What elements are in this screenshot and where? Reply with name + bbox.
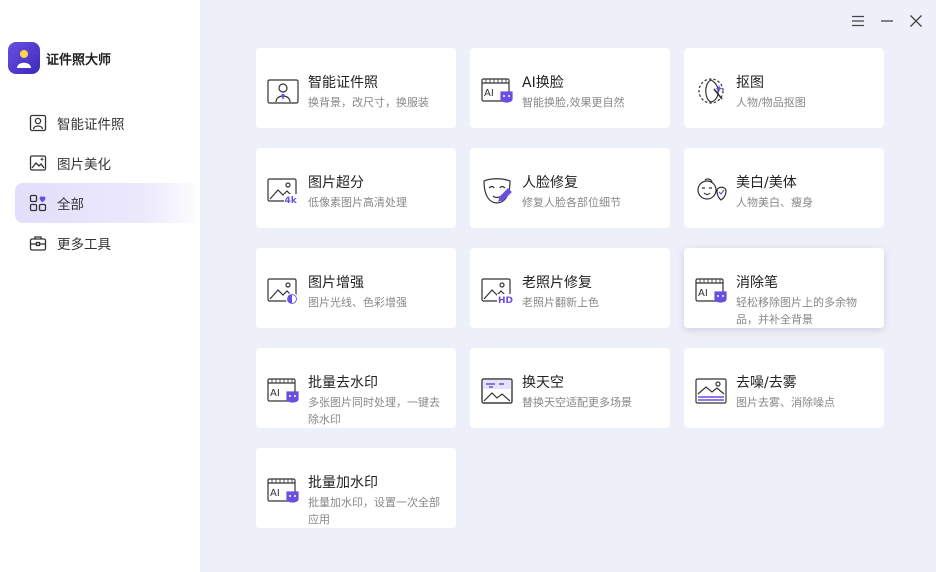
toolbox-icon: [29, 234, 47, 252]
tool-card-face-repair[interactable]: 人脸修复 修复人脸各部位细节: [470, 148, 670, 228]
tool-card-eraser[interactable]: AI 消除笔 轻松移除图片上的多余物品，并补全背景: [684, 248, 884, 328]
ai-eraser-icon: AI: [695, 277, 728, 305]
cutout-icon: [695, 77, 728, 105]
sidebar: 证件照大师 智能证件照 图片美化 全部 更多工具: [0, 0, 200, 572]
tool-desc: 低像素图片高清处理: [308, 196, 407, 209]
grid-all-icon: [29, 194, 47, 212]
sidebar-item-label: 图片美化: [57, 157, 111, 173]
ai-face-swap-icon: AI: [481, 77, 514, 105]
tool-desc: 轻松移除图片上的多余物品，并补全背景: [736, 296, 857, 326]
svg-text:AI: AI: [484, 88, 494, 99]
tool-title: 批量去水印: [308, 375, 378, 391]
tool-desc: 图片去雾、消除噪点: [736, 396, 835, 409]
tool-desc: 智能换脸,效果更自然: [522, 96, 625, 109]
tool-desc: 替换天空适配更多场景: [522, 396, 632, 409]
tool-title: 图片增强: [308, 275, 364, 291]
tool-desc: 修复人脸各部位细节: [522, 196, 621, 209]
close-icon: [909, 15, 922, 27]
tool-desc: 多张图片同时处理，一键去除水印: [308, 396, 440, 426]
svg-text:AI: AI: [270, 388, 280, 399]
tool-desc: 批量加水印，设置一次全部应用: [308, 496, 440, 526]
sidebar-item-more-tools[interactable]: 更多工具: [15, 223, 195, 263]
id-photo-icon: [267, 77, 300, 105]
minimize-icon: [880, 20, 893, 22]
tool-desc: 人物美白、瘦身: [736, 196, 813, 209]
app-logo-icon: [8, 42, 40, 74]
sidebar-nav: 智能证件照 图片美化 全部 更多工具: [15, 103, 195, 263]
sidebar-item-id-photo[interactable]: 智能证件照: [15, 103, 195, 143]
image-4k-icon: 4k: [267, 177, 300, 206]
tool-title: 去噪/去雾: [736, 375, 797, 391]
tool-desc: 换背景，改尺寸，换服装: [308, 96, 429, 109]
svg-text:HD: HD: [498, 296, 513, 305]
denoise-icon: [695, 377, 728, 405]
ai-watermark-add-icon: AI: [267, 477, 300, 505]
svg-text:4k: 4k: [285, 196, 298, 205]
sidebar-item-beautify[interactable]: 图片美化: [15, 143, 195, 183]
tool-title: 智能证件照: [308, 75, 378, 91]
menu-button[interactable]: [847, 12, 868, 30]
tool-card-super-resolution[interactable]: 4k 图片超分 低像素图片高清处理: [256, 148, 456, 228]
tool-card-image-enhance[interactable]: 图片增强 图片光线、色彩增强: [256, 248, 456, 328]
window-controls: [847, 12, 926, 30]
sidebar-item-label: 更多工具: [57, 237, 111, 253]
sidebar-item-label: 全部: [57, 197, 84, 213]
image-hd-icon: HD: [481, 277, 514, 306]
app-brand: 证件照大师: [8, 42, 111, 74]
tool-card-old-photo-repair[interactable]: HD 老照片修复 老照片翻新上色: [470, 248, 670, 328]
face-repair-icon: [481, 177, 514, 205]
tool-title: 图片超分: [308, 175, 364, 191]
tool-desc: 人物/物品抠图: [736, 96, 806, 109]
ai-watermark-remove-icon: AI: [267, 377, 300, 405]
tool-title: 老照片修复: [522, 275, 592, 291]
close-button[interactable]: [905, 12, 926, 30]
beauty-icon: [695, 177, 728, 205]
minimize-button[interactable]: [876, 12, 897, 30]
svg-text:AI: AI: [698, 288, 708, 299]
tool-card-id-photo[interactable]: 智能证件照 换背景，改尺寸，换服装: [256, 48, 456, 128]
tool-title: 消除笔: [736, 275, 778, 291]
tool-card-sky-replace[interactable]: 换天空 替换天空适配更多场景: [470, 348, 670, 428]
tool-desc: 老照片翻新上色: [522, 296, 599, 309]
tool-title: 抠图: [736, 75, 764, 91]
svg-text:AI: AI: [270, 488, 280, 499]
tool-card-ai-face-swap[interactable]: AI AI换脸 智能换脸,效果更自然: [470, 48, 670, 128]
app-title: 证件照大师: [46, 52, 112, 68]
tool-title: 换天空: [522, 375, 564, 391]
image-enhance-icon: [267, 277, 300, 306]
tool-card-batch-remove-watermark[interactable]: AI 批量去水印 多张图片同时处理，一键去除水印: [256, 348, 456, 428]
sky-replace-icon: [481, 377, 514, 405]
sidebar-item-label: 智能证件照: [57, 117, 125, 133]
tool-title: 美白/美体: [736, 175, 797, 191]
tool-title: 批量加水印: [308, 475, 378, 491]
menu-icon: [851, 15, 864, 27]
sidebar-item-all[interactable]: 全部: [15, 183, 195, 223]
tool-card-denoise[interactable]: 去噪/去雾 图片去雾、消除噪点: [684, 348, 884, 428]
tool-card-batch-add-watermark[interactable]: AI 批量加水印 批量加水印，设置一次全部应用: [256, 448, 456, 528]
tool-desc: 图片光线、色彩增强: [308, 296, 407, 309]
tool-card-cutout[interactable]: 抠图 人物/物品抠图: [684, 48, 884, 128]
tool-title: 人脸修复: [522, 175, 578, 191]
id-photo-icon: [29, 114, 47, 132]
image-beautify-icon: [29, 154, 47, 172]
tool-card-beauty[interactable]: 美白/美体 人物美白、瘦身: [684, 148, 884, 228]
tool-title: AI换脸: [522, 75, 564, 91]
